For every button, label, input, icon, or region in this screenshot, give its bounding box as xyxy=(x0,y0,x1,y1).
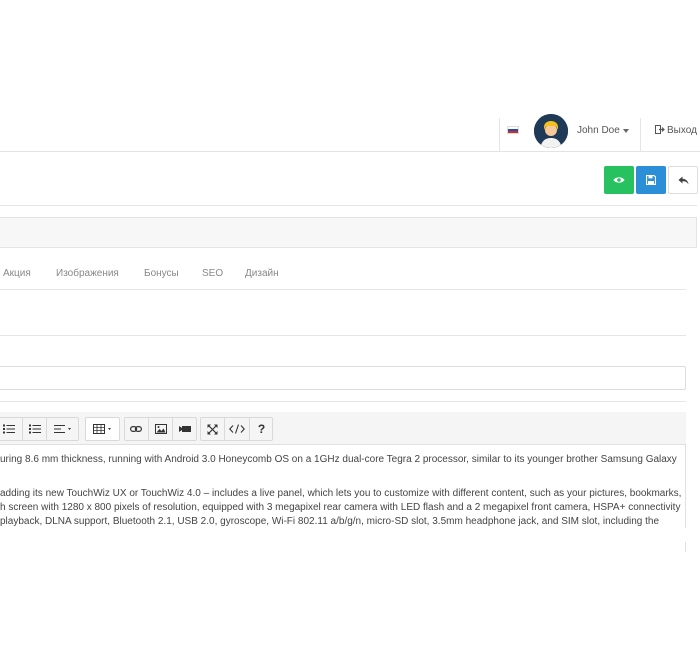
preview-button[interactable] xyxy=(604,166,634,194)
table-icon xyxy=(92,424,111,434)
insert-video-button[interactable] xyxy=(172,417,197,441)
align-left-icon xyxy=(54,425,71,433)
content-line: adding its new TouchWiz UX or TouchWiz 4… xyxy=(0,488,682,499)
editor-content[interactable]: uring 8.6 mm thickness, running with And… xyxy=(0,446,686,536)
tab-design[interactable]: Дизайн xyxy=(245,268,279,279)
floppy-disk-icon xyxy=(646,175,656,185)
expand-arrows-icon xyxy=(207,424,217,434)
fullscreen-button[interactable] xyxy=(200,417,224,441)
logout-link[interactable]: Выход xyxy=(655,125,697,136)
video-camera-icon xyxy=(179,426,191,432)
question-mark-icon: ? xyxy=(257,422,266,436)
content-clip xyxy=(0,528,700,542)
content-line: uring 8.6 mm thickness, running with And… xyxy=(0,454,677,465)
panel-top-border xyxy=(0,205,697,206)
bulleted-list-button[interactable] xyxy=(0,417,22,441)
align-dropdown-button[interactable] xyxy=(46,417,79,441)
help-button[interactable]: ? xyxy=(249,417,273,441)
tab-images[interactable]: Изображения xyxy=(56,268,119,279)
back-button[interactable] xyxy=(668,166,698,194)
reply-arrow-icon xyxy=(678,176,688,184)
navbar-divider xyxy=(499,118,500,152)
save-button[interactable] xyxy=(636,166,666,194)
content-line: h screen with 1280 x 800 pixels of resol… xyxy=(0,502,681,513)
field-divider xyxy=(0,401,686,402)
logout-icon xyxy=(655,125,665,134)
bulleted-list-icon xyxy=(3,424,15,434)
numbered-list-button[interactable] xyxy=(22,417,46,441)
russian-flag-icon[interactable] xyxy=(507,126,519,134)
avatar[interactable] xyxy=(534,114,568,148)
user-name[interactable]: John Doe xyxy=(577,125,620,136)
tab-promo[interactable]: Акция xyxy=(3,268,31,279)
table-dropdown-button[interactable] xyxy=(85,417,120,441)
eye-icon xyxy=(613,177,625,183)
page: John Doe Выход Акция Изображения Бонусы … xyxy=(0,0,700,650)
code-view-button[interactable] xyxy=(224,417,249,441)
tab-seo[interactable]: SEO xyxy=(202,268,223,279)
numbered-list-icon xyxy=(28,424,41,434)
tab-bar-divider xyxy=(0,289,686,290)
logout-label: Выход xyxy=(667,125,697,136)
text-input[interactable] xyxy=(0,366,686,390)
navbar-divider xyxy=(640,118,641,152)
link-icon xyxy=(130,426,142,433)
user-menu-caret-icon[interactable] xyxy=(623,129,629,133)
insert-image-button[interactable] xyxy=(148,417,172,441)
insert-link-button[interactable] xyxy=(124,417,148,441)
code-icon xyxy=(229,424,245,434)
picture-icon xyxy=(154,424,167,434)
content-line: playback, DLNA support, Bluetooth 2.1, U… xyxy=(0,516,660,527)
panel-header xyxy=(0,217,697,248)
field-divider xyxy=(0,335,686,336)
tab-bonuses[interactable]: Бонусы xyxy=(144,268,179,279)
